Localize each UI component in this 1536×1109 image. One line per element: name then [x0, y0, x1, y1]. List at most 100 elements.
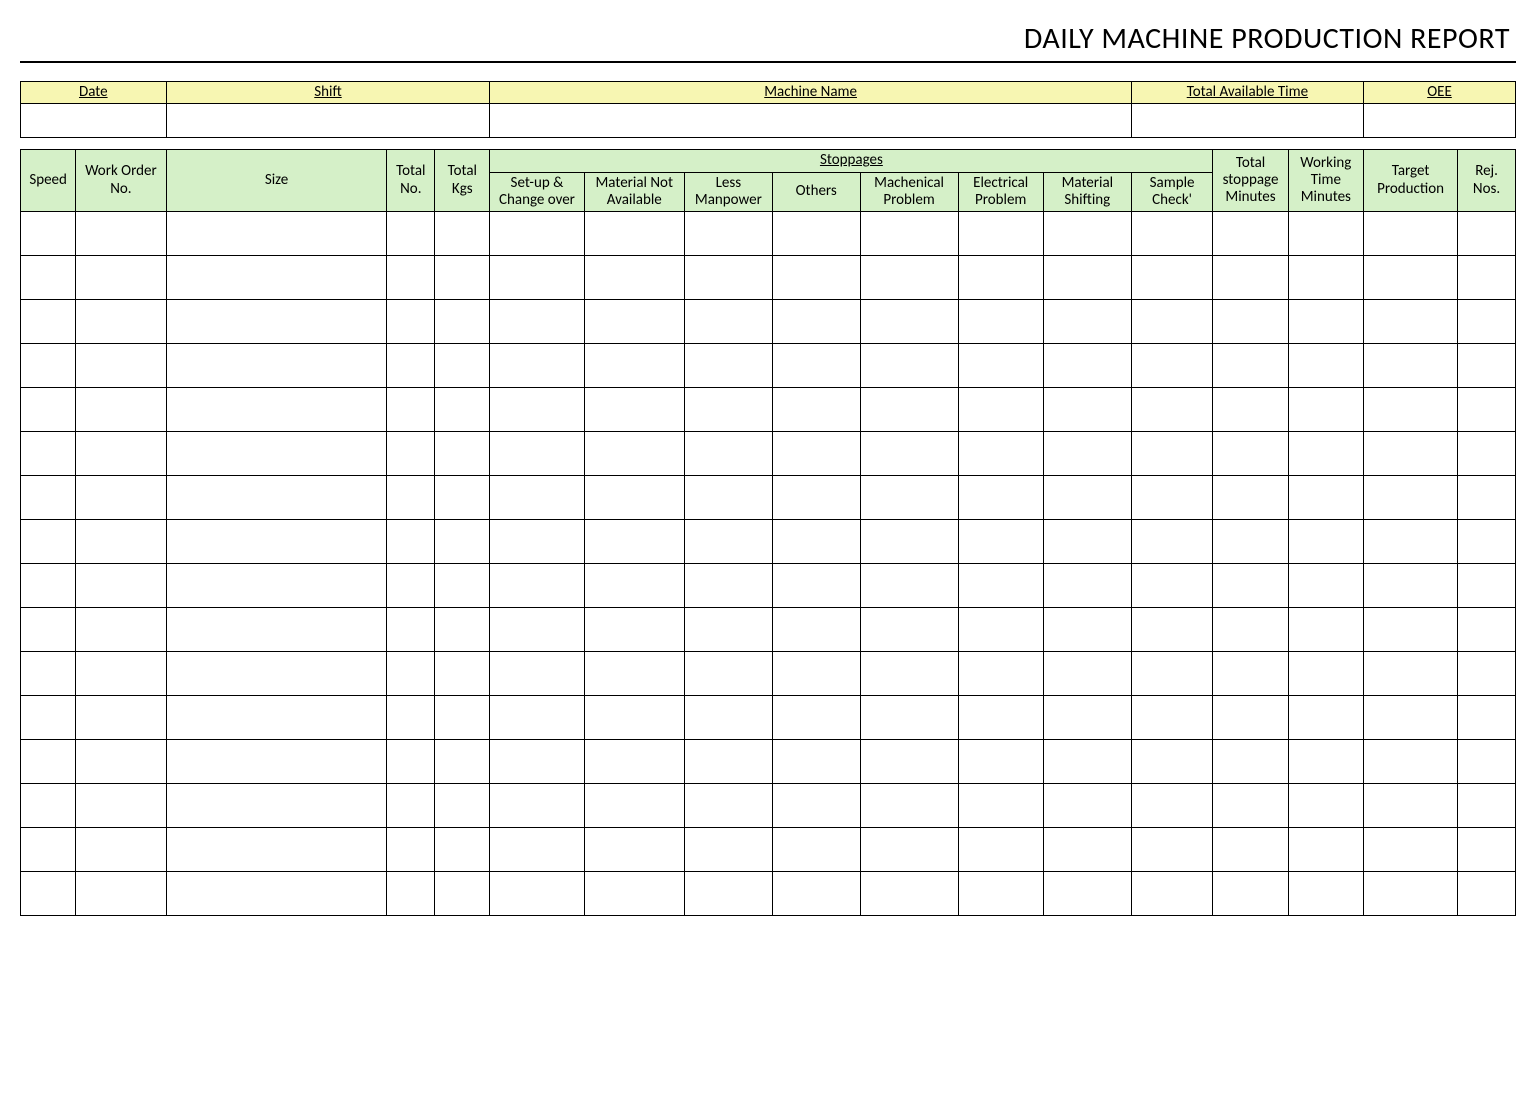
table-cell[interactable] — [1213, 696, 1288, 740]
table-cell[interactable] — [1458, 212, 1516, 256]
table-cell[interactable] — [684, 564, 772, 608]
table-cell[interactable] — [1131, 520, 1213, 564]
table-cell[interactable] — [76, 300, 166, 344]
table-cell[interactable] — [584, 564, 684, 608]
table-cell[interactable] — [860, 212, 958, 256]
table-cell[interactable] — [490, 652, 584, 696]
table-cell[interactable] — [1458, 388, 1516, 432]
table-cell[interactable] — [684, 256, 772, 300]
table-cell[interactable] — [1458, 520, 1516, 564]
table-cell[interactable] — [772, 300, 860, 344]
table-cell[interactable] — [1363, 740, 1457, 784]
table-cell[interactable] — [684, 784, 772, 828]
table-cell[interactable] — [76, 740, 166, 784]
table-cell[interactable] — [387, 696, 435, 740]
table-cell[interactable] — [958, 212, 1043, 256]
table-cell[interactable] — [1288, 520, 1363, 564]
table-cell[interactable] — [584, 740, 684, 784]
table-cell[interactable] — [76, 388, 166, 432]
table-cell[interactable] — [1288, 388, 1363, 432]
table-cell[interactable] — [166, 520, 387, 564]
table-cell[interactable] — [584, 520, 684, 564]
table-cell[interactable] — [435, 872, 490, 916]
table-cell[interactable] — [1363, 872, 1457, 916]
table-cell[interactable] — [772, 608, 860, 652]
table-cell[interactable] — [772, 520, 860, 564]
table-cell[interactable] — [1363, 388, 1457, 432]
table-cell[interactable] — [584, 784, 684, 828]
table-cell[interactable] — [21, 344, 76, 388]
table-cell[interactable] — [958, 300, 1043, 344]
table-cell[interactable] — [772, 696, 860, 740]
table-cell[interactable] — [1458, 872, 1516, 916]
table-cell[interactable] — [584, 872, 684, 916]
table-cell[interactable] — [76, 256, 166, 300]
table-cell[interactable] — [958, 476, 1043, 520]
table-cell[interactable] — [1043, 212, 1131, 256]
table-cell[interactable] — [958, 520, 1043, 564]
table-cell[interactable] — [1458, 784, 1516, 828]
table-cell[interactable] — [958, 696, 1043, 740]
table-cell[interactable] — [584, 432, 684, 476]
table-cell[interactable] — [1213, 608, 1288, 652]
table-cell[interactable] — [772, 344, 860, 388]
table-cell[interactable] — [76, 696, 166, 740]
table-cell[interactable] — [1043, 696, 1131, 740]
table-cell[interactable] — [684, 608, 772, 652]
table-cell[interactable] — [584, 696, 684, 740]
table-cell[interactable] — [490, 784, 584, 828]
table-cell[interactable] — [1363, 696, 1457, 740]
table-cell[interactable] — [387, 212, 435, 256]
table-cell[interactable] — [958, 432, 1043, 476]
table-cell[interactable] — [772, 740, 860, 784]
table-cell[interactable] — [387, 740, 435, 784]
table-cell[interactable] — [860, 300, 958, 344]
table-cell[interactable] — [166, 476, 387, 520]
table-cell[interactable] — [860, 520, 958, 564]
table-cell[interactable] — [584, 300, 684, 344]
table-cell[interactable] — [387, 476, 435, 520]
table-cell[interactable] — [76, 828, 166, 872]
table-cell[interactable] — [772, 432, 860, 476]
table-cell[interactable] — [860, 256, 958, 300]
table-cell[interactable] — [860, 696, 958, 740]
table-cell[interactable] — [684, 696, 772, 740]
table-cell[interactable] — [860, 740, 958, 784]
table-cell[interactable] — [584, 212, 684, 256]
table-cell[interactable] — [684, 300, 772, 344]
table-cell[interactable] — [772, 784, 860, 828]
table-cell[interactable] — [1043, 432, 1131, 476]
table-cell[interactable] — [1131, 476, 1213, 520]
table-cell[interactable] — [490, 696, 584, 740]
table-cell[interactable] — [1131, 388, 1213, 432]
info-input-total-available-time[interactable] — [1131, 104, 1363, 138]
table-cell[interactable] — [166, 872, 387, 916]
table-cell[interactable] — [490, 432, 584, 476]
table-cell[interactable] — [1288, 212, 1363, 256]
table-cell[interactable] — [958, 872, 1043, 916]
table-cell[interactable] — [490, 256, 584, 300]
table-cell[interactable] — [1213, 652, 1288, 696]
table-cell[interactable] — [1043, 564, 1131, 608]
table-cell[interactable] — [584, 828, 684, 872]
table-cell[interactable] — [684, 388, 772, 432]
table-cell[interactable] — [958, 388, 1043, 432]
table-cell[interactable] — [21, 784, 76, 828]
table-cell[interactable] — [166, 828, 387, 872]
table-cell[interactable] — [166, 564, 387, 608]
info-input-oee[interactable] — [1363, 104, 1515, 138]
table-cell[interactable] — [1288, 564, 1363, 608]
table-cell[interactable] — [772, 476, 860, 520]
table-cell[interactable] — [1458, 608, 1516, 652]
table-cell[interactable] — [1288, 652, 1363, 696]
table-cell[interactable] — [21, 300, 76, 344]
table-cell[interactable] — [76, 520, 166, 564]
table-cell[interactable] — [1458, 432, 1516, 476]
table-cell[interactable] — [1043, 740, 1131, 784]
table-cell[interactable] — [772, 828, 860, 872]
table-cell[interactable] — [21, 608, 76, 652]
table-cell[interactable] — [958, 256, 1043, 300]
table-cell[interactable] — [435, 828, 490, 872]
table-cell[interactable] — [1131, 300, 1213, 344]
table-cell[interactable] — [435, 520, 490, 564]
